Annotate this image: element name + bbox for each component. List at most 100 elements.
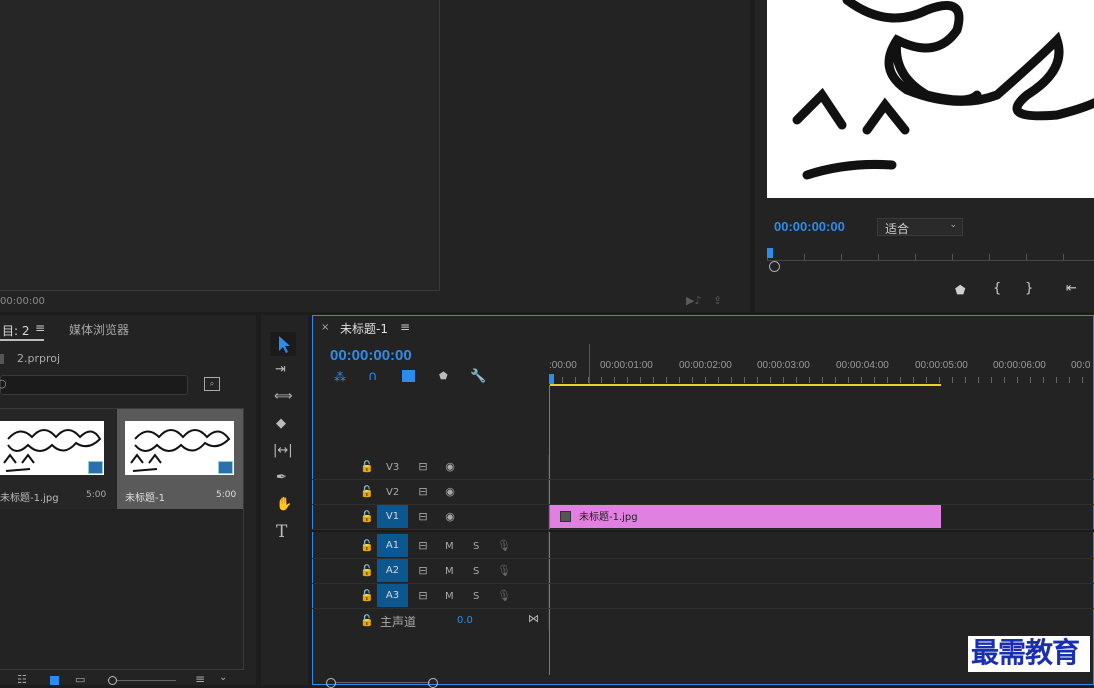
add-marker-icon[interactable]: ⬟ <box>439 371 448 382</box>
playhead-marker[interactable] <box>767 248 773 258</box>
lock-icon[interactable]: 🔓 <box>360 589 374 603</box>
sync-lock-icon[interactable]: ⊟ <box>416 510 430 524</box>
timeline-clip[interactable]: 未标题-1.jpg <box>550 505 941 528</box>
icon-view-icon[interactable] <box>50 676 59 685</box>
lock-icon[interactable]: 🔓 <box>360 460 374 474</box>
insert-icon[interactable]: ▶♪ <box>686 294 701 307</box>
playhead-handle[interactable] <box>549 374 554 384</box>
watermark-text: 最需教育 <box>971 636 1080 669</box>
arrow-cursor-icon <box>279 336 290 353</box>
solo-button[interactable]: S <box>473 566 479 577</box>
ruler-label: 00:00:01:00 <box>600 360 653 371</box>
master-volume-value[interactable]: 0.0 <box>457 615 473 626</box>
type-tool-icon[interactable]: T <box>276 522 287 542</box>
track-label-a2: A2 <box>385 565 400 576</box>
list-item-selected[interactable]: 未标题-1 5:00 <box>117 409 243 509</box>
ruler-ticks <box>549 377 1094 383</box>
linked-selection-icon[interactable] <box>402 370 415 382</box>
snap-magnet-icon[interactable]: ∩ <box>368 369 378 384</box>
track-target-a3[interactable]: A3 <box>377 584 408 607</box>
sequence-icon <box>218 461 233 474</box>
search-input[interactable]: ○ <box>0 375 188 395</box>
lock-icon[interactable]: 🔓 <box>360 539 374 553</box>
mute-button[interactable]: M <box>445 591 454 602</box>
microphone-icon[interactable]: 🎙 <box>497 539 511 553</box>
mark-in-button[interactable]: { <box>993 281 1001 296</box>
microphone-icon[interactable]: 🎙 <box>497 589 511 603</box>
sort-icon[interactable]: ≡ <box>195 672 205 686</box>
source-monitor-screen <box>0 0 440 291</box>
program-ruler[interactable] <box>767 246 1094 261</box>
tab-sequence[interactable]: 未标题-1 <box>340 320 388 337</box>
lock-icon[interactable]: 🔓 <box>360 485 374 499</box>
fit-dropdown[interactable]: 适合 ⌄ <box>877 218 963 236</box>
track-select-tool-icon[interactable]: ⇥ <box>275 362 286 377</box>
clip-name: 未标题-1.jpg <box>0 493 59 504</box>
slip-tool-icon[interactable]: |↔| <box>273 443 293 458</box>
tools-panel: ⇥ ⟺ ◆ |↔| ✒ ✋ T <box>261 315 308 685</box>
solo-button[interactable]: S <box>473 591 479 602</box>
chevron-down-icon[interactable]: ⌄ <box>219 672 227 683</box>
tab-media-browser[interactable]: 媒体浏览器 <box>69 321 129 338</box>
project-menu-icon[interactable]: ≡ <box>35 321 45 335</box>
hand-tool-icon[interactable]: ✋ <box>276 497 292 512</box>
list-view-icon[interactable]: ☷ <box>17 673 27 686</box>
mark-out-button[interactable]: } <box>1025 281 1033 296</box>
zoom-scrollbar[interactable] <box>769 261 1094 272</box>
tab-project[interactable]: 目: 2 <box>2 322 30 339</box>
eye-icon[interactable]: ◉ <box>443 485 457 499</box>
track-target-a1[interactable]: A1 <box>377 534 408 557</box>
tab-project-underline <box>0 339 44 341</box>
track-label-a1: A1 <box>385 540 400 551</box>
master-track-label: 主声道 <box>380 615 417 629</box>
chevron-down-icon: ⌄ <box>949 220 957 230</box>
timeline-zoom-scrollbar[interactable] <box>326 678 438 688</box>
solo-button[interactable]: S <box>473 541 479 552</box>
pen-tool-icon[interactable]: ✒ <box>276 470 287 485</box>
sync-lock-icon[interactable]: ⊟ <box>416 539 430 553</box>
ruler-label: 00:00:02:00 <box>679 360 732 371</box>
new-bin-search-icon[interactable]: ⌕ <box>204 377 220 391</box>
go-to-in-icon[interactable]: ⇤ <box>1066 281 1077 296</box>
close-tab-icon[interactable]: × <box>321 322 329 333</box>
track-label-v2[interactable]: V2 <box>386 487 399 498</box>
sequence-thumbnail <box>125 421 234 475</box>
wrench-settings-icon[interactable]: 🔧 <box>470 369 486 384</box>
sync-lock-icon[interactable]: ⊟ <box>416 589 430 603</box>
mute-button[interactable]: M <box>445 541 454 552</box>
timeline-timecode[interactable]: 00:00:00:00 <box>330 347 412 364</box>
selection-tool-icon[interactable] <box>270 332 296 356</box>
go-to-end-icon[interactable]: ⋈ <box>528 612 539 625</box>
program-monitor-panel: 00:00:00:00 适合 ⌄ ⬟ { } ⇤ <box>755 0 1094 312</box>
program-timecode[interactable]: 00:00:00:00 <box>774 219 845 234</box>
sync-lock-icon[interactable]: ⊟ <box>416 485 430 499</box>
timeline-menu-icon[interactable]: ≡ <box>400 320 410 334</box>
list-item[interactable]: 未标题-1.jpg 5:00 <box>0 409 116 509</box>
work-area-bar[interactable] <box>550 384 941 386</box>
ripple-edit-tool-icon[interactable]: ⟺ <box>274 389 293 404</box>
freeform-view-icon[interactable]: ▭ <box>75 673 85 686</box>
source-timecode: 00:00:00 <box>0 296 45 307</box>
eye-icon[interactable]: ◉ <box>443 510 457 524</box>
thumbnail-size-slider[interactable] <box>108 676 176 685</box>
sync-lock-icon[interactable]: ⊟ <box>416 460 430 474</box>
track-target-a2[interactable]: A2 <box>377 559 408 582</box>
razor-tool-icon[interactable]: ◆ <box>276 416 286 431</box>
track-header-divider <box>548 455 549 630</box>
track-label-v3[interactable]: V3 <box>386 462 399 473</box>
clip-thumbnail <box>0 421 104 475</box>
nest-icon[interactable]: ⁂ <box>334 370 346 384</box>
track-label-v1: V1 <box>385 511 400 522</box>
add-marker-icon[interactable]: ⬟ <box>955 283 965 297</box>
eye-icon[interactable]: ◉ <box>443 460 457 474</box>
lock-icon[interactable]: 🔓 <box>360 510 374 524</box>
sync-lock-icon[interactable]: ⊟ <box>416 564 430 578</box>
mute-button[interactable]: M <box>445 566 454 577</box>
project-file-name: 2.prproj <box>17 352 61 365</box>
lock-icon[interactable]: 🔓 <box>360 564 374 578</box>
microphone-icon[interactable]: 🎙 <box>497 564 511 578</box>
export-frame-icon[interactable]: ⇪ <box>713 294 722 307</box>
lock-icon[interactable]: 🔓 <box>360 614 374 628</box>
track-target-v1[interactable]: V1 <box>377 505 408 528</box>
ruler-label: 00:00:06:00 <box>993 360 1046 371</box>
